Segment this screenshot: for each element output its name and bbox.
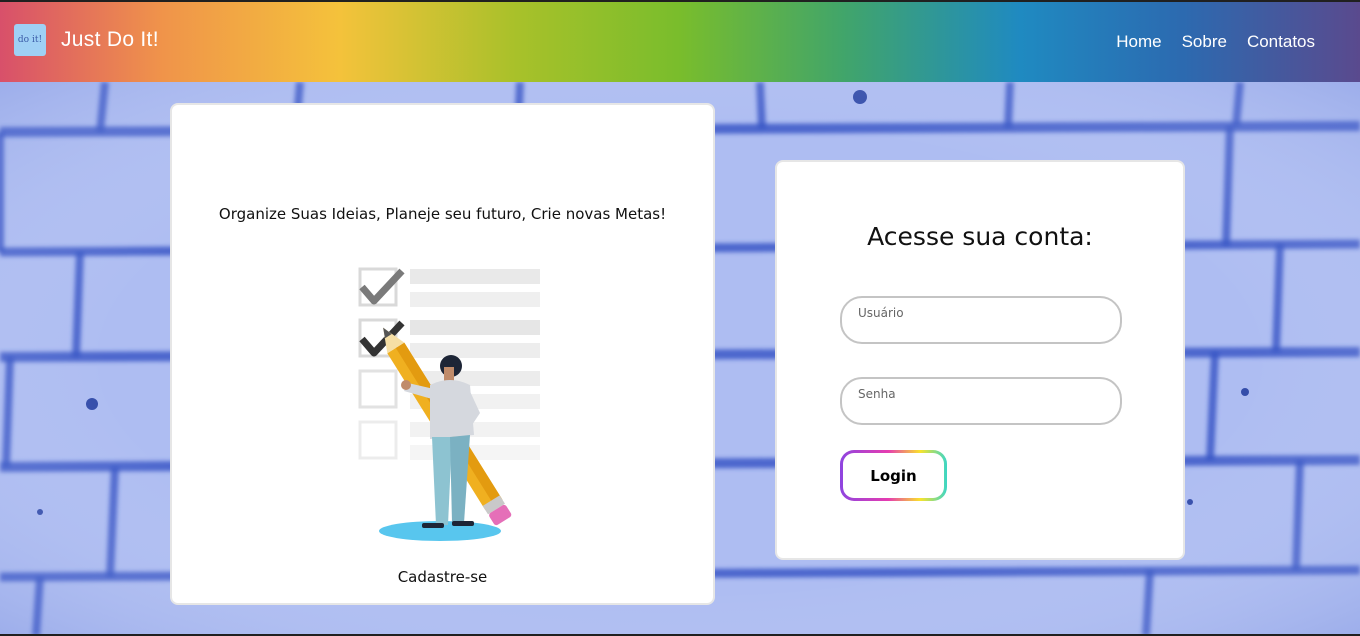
brand-logo[interactable]: do it!: [14, 24, 46, 56]
login-title: Acesse sua conta:: [867, 222, 1093, 251]
signup-link[interactable]: Cadastre-se: [172, 568, 713, 586]
nav-link-sobre[interactable]: Sobre: [1182, 32, 1227, 52]
navbar: do it! Just Do It! Home Sobre Contatos: [0, 2, 1360, 82]
username-field[interactable]: [840, 296, 1122, 344]
logo-text: do it!: [17, 35, 43, 45]
brand-name[interactable]: Just Do It!: [61, 28, 159, 52]
login-button-label: Login: [843, 453, 944, 498]
password-input[interactable]: [842, 379, 1120, 423]
page: do it! Just Do It! Home Sobre Contatos O…: [0, 0, 1360, 636]
username-input[interactable]: [842, 298, 1120, 342]
intro-card: Organize Suas Ideias, Planeje seu futuro…: [170, 103, 715, 605]
login-button[interactable]: Login: [840, 450, 947, 501]
nav-link-home[interactable]: Home: [1116, 32, 1161, 52]
nav-links: Home Sobre Contatos: [1116, 32, 1315, 52]
login-card: Acesse sua conta: Login: [775, 160, 1185, 560]
password-field[interactable]: [840, 377, 1122, 425]
tagline: Organize Suas Ideias, Planeje seu futuro…: [218, 205, 667, 223]
nav-link-contatos[interactable]: Contatos: [1247, 32, 1315, 52]
checklist-illustration: [352, 263, 552, 549]
